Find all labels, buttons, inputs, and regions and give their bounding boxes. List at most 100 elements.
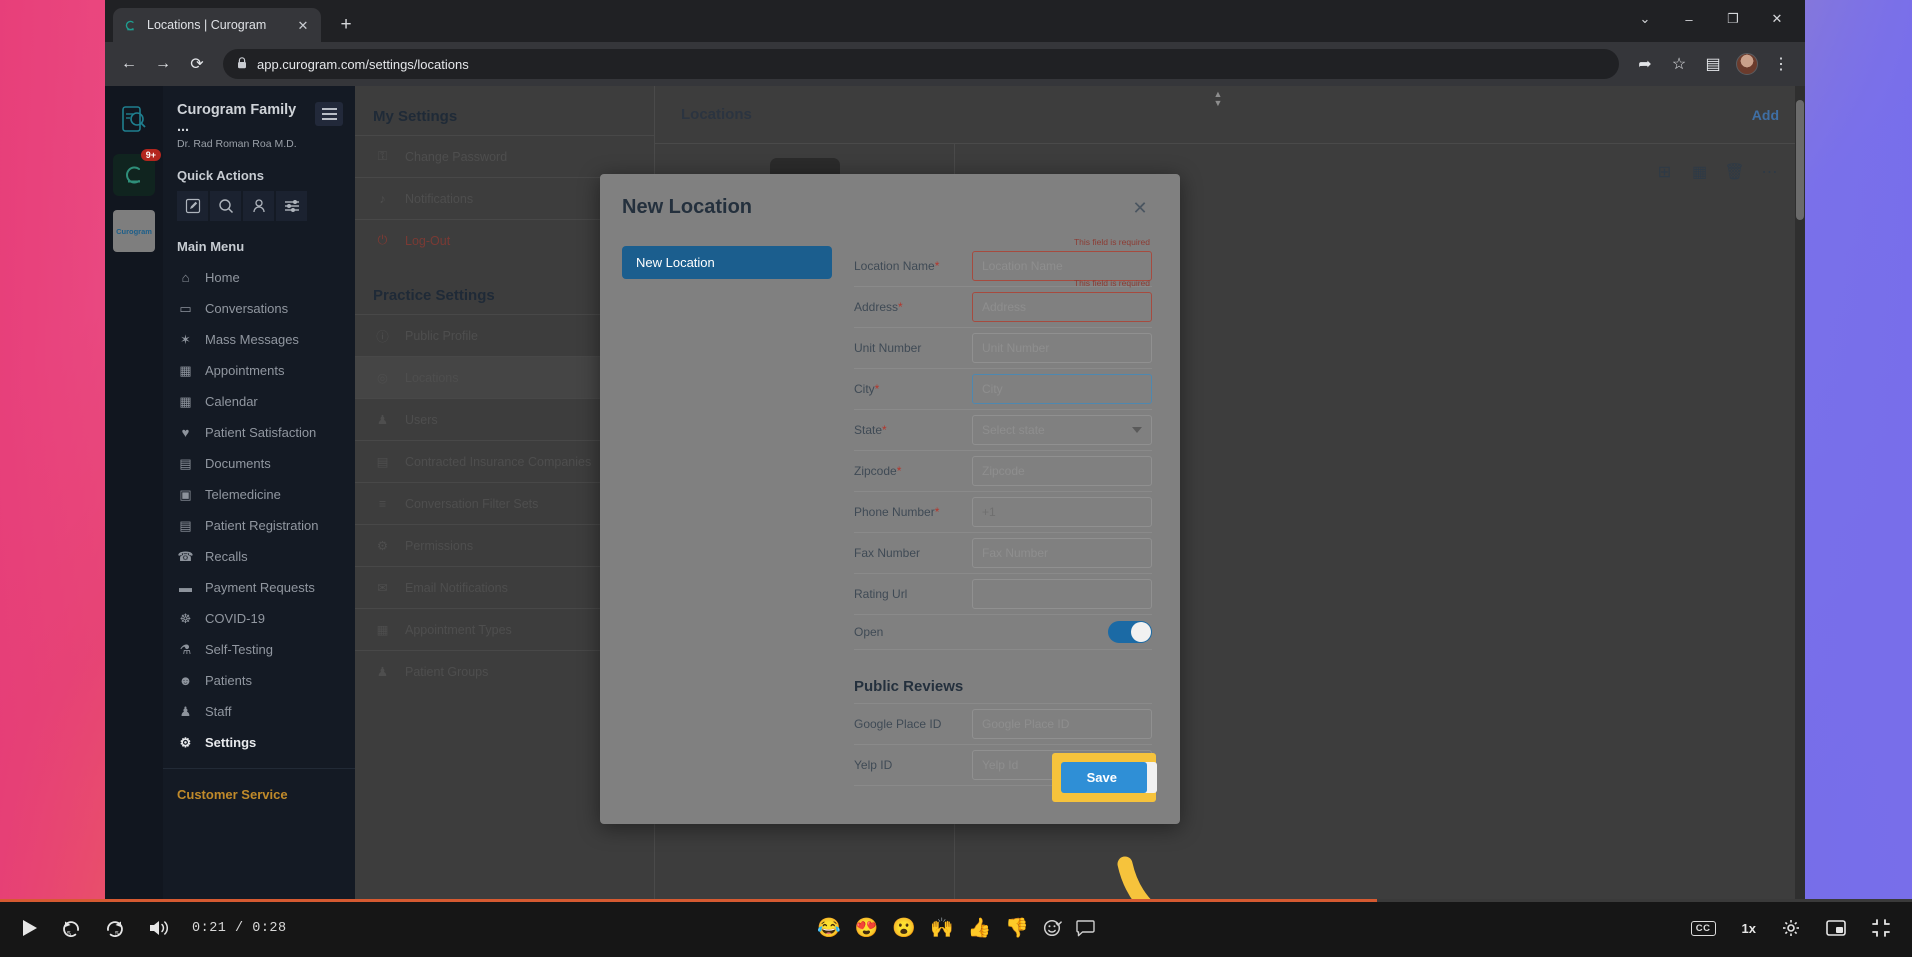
reload-icon[interactable]: ⟳ [181,48,213,80]
reaction-emoji[interactable]: 😮 [892,919,916,938]
back-icon[interactable]: ← [113,48,145,80]
field-control [972,621,1152,643]
users-icon: ♟ [376,413,389,427]
schedule-icon[interactable]: ▦ [1690,163,1709,182]
captions-button[interactable]: CC [1690,920,1716,936]
sidebar-item-documents[interactable]: ▤ Documents [163,448,355,479]
sidebar-item-appointments[interactable]: ▦ Appointments [163,355,355,386]
minimize-button[interactable]: – [1667,4,1711,34]
google-place-id-input[interactable] [972,709,1152,739]
field-control [972,538,1152,568]
new-tab-button[interactable]: + [331,10,361,40]
reaction-emoji[interactable]: 😂 [817,919,841,938]
form-row: Fax Number [854,533,1152,574]
more-icon[interactable]: ⋯ [1760,163,1779,182]
filters-icon[interactable] [276,191,307,222]
number-stepper-icon[interactable]: ▲ ▼ [1211,90,1225,108]
playback-progress-bar[interactable] [0,899,1912,902]
form-row: Open [854,615,1152,650]
open-toggle[interactable] [1108,621,1152,643]
field-control [972,333,1152,363]
sliders-icon: ≡ [378,496,387,511]
sidebar-item-mass-messages[interactable]: ✶ Mass Messages [163,324,355,355]
sidebar-item-home[interactable]: ⌂ Home [163,262,355,293]
curogram-badge-icon[interactable]: 9+ [113,149,161,196]
settings-item-label: Public Profile [405,328,478,343]
location-name-input[interactable] [972,251,1152,281]
tab-search-icon[interactable]: ⌄ [1623,4,1667,34]
settings-item-label: Change Password [405,149,508,164]
required-asterisk: * [898,300,903,314]
reaction-emoji[interactable]: 😍 [855,919,879,938]
exit-fullscreen-icon[interactable] [1872,919,1890,937]
add-location-icon[interactable]: ⊞ [1655,163,1674,182]
reaction-emoji[interactable]: 👎 [1005,919,1029,938]
vertical-scrollbar[interactable] [1795,86,1805,957]
form-row: Rating Url [854,574,1152,615]
settings-item-label: Appointment Types [405,622,512,637]
sidebar-item-patient-registration[interactable]: ▤ Patient Registration [163,510,355,541]
required-asterisk: * [934,259,940,273]
picture-in-picture-icon[interactable] [1826,920,1846,936]
address-bar[interactable]: app.curogram.com/settings/locations [223,49,1619,79]
rewind-5-button[interactable]: 5 [60,918,82,938]
address-input[interactable] [972,292,1152,322]
comment-icon[interactable] [1076,919,1095,937]
sidebar-item-patient-satisfaction[interactable]: ♥ Patient Satisfaction [163,417,355,448]
fax-number-input[interactable] [972,538,1152,568]
sidebar-item-calendar[interactable]: ▦ Calendar [163,386,355,417]
share-icon[interactable]: ➦ [1629,48,1661,80]
close-icon[interactable]: ✕ [1128,196,1152,220]
rating-url-input[interactable] [972,579,1152,609]
delete-icon[interactable]: 🗑 [1724,163,1744,182]
forward-icon[interactable]: → [147,48,179,80]
sidebar-item-self-testing[interactable]: ⚗ Self-Testing [163,634,355,665]
id-card-icon: ▤ [376,455,389,469]
tab-new-location[interactable]: New Location [622,246,832,279]
main-menu-list: ⌂ Home ▭ Conversations ✶ Mass Messages ▦ Appoin… [163,262,355,758]
tab-close-icon[interactable]: ✕ [295,17,311,33]
curogram-clipboard-search-icon[interactable] [113,98,155,140]
browser-tab[interactable]: Locations | Curogram ✕ [113,8,321,42]
sidebar-item-telemedicine[interactable]: ▣ Telemedicine [163,479,355,510]
search-icon[interactable] [210,191,241,222]
state-select[interactable]: Select state [972,415,1152,445]
avatar[interactable] [1731,48,1763,80]
sidebar-item-staff[interactable]: ♟ Staff [163,696,355,727]
maximize-button[interactable]: ❐ [1711,4,1755,34]
zipcode-input[interactable] [972,456,1152,486]
close-window-button[interactable]: ✕ [1755,4,1799,34]
sidebar-item-patients[interactable]: ☻ Patients [163,665,355,696]
settings-item-label: Patient Groups [405,664,489,679]
patient-icon[interactable] [243,191,274,222]
phone-number-input[interactable] [972,497,1152,527]
save-button[interactable]: Save [1060,762,1147,793]
city-input[interactable] [972,374,1152,404]
unit-number-input[interactable] [972,333,1152,363]
playback-speed-button[interactable]: 1x [1742,921,1756,936]
sidebar-item-settings[interactable]: ⚙ Settings [163,727,355,758]
settings-item-label: Conversation Filter Sets [405,496,539,511]
sidebar-item-conversations[interactable]: ▭ Conversations [163,293,355,324]
sidebar-item-covid-19[interactable]: ☸ COVID-19 [163,603,355,634]
customer-service-link[interactable]: Customer Service [163,779,355,810]
settings-item-change-password[interactable]: ⚿ Change Password [355,135,654,177]
play-button[interactable] [22,919,38,937]
field-label-text: Address [854,300,899,314]
reaction-emoji[interactable]: 👍 [968,919,992,938]
bookmark-star-icon[interactable]: ☆ [1663,48,1695,80]
sidebar-item-recalls[interactable]: ☎ Recalls [163,541,355,572]
compose-icon[interactable] [177,191,208,222]
quick-actions-title: Quick Actions [177,168,264,184]
gear-icon[interactable] [1782,919,1800,937]
add-emoji-icon[interactable] [1043,919,1062,938]
quick-actions-row [163,191,355,222]
reaction-emoji[interactable]: 🙌 [930,919,954,938]
side-panel-icon[interactable]: ▤ [1697,48,1729,80]
speaker-icon[interactable] [148,919,170,937]
browser-menu-icon[interactable]: ⋮ [1765,48,1797,80]
forward-5-button[interactable]: 5 [104,918,126,938]
sidebar-toggle-button[interactable] [315,102,343,126]
sidebar-item-payment-requests[interactable]: ▬ Payment Requests [163,572,355,603]
add-location-link[interactable]: Add [1752,107,1779,123]
